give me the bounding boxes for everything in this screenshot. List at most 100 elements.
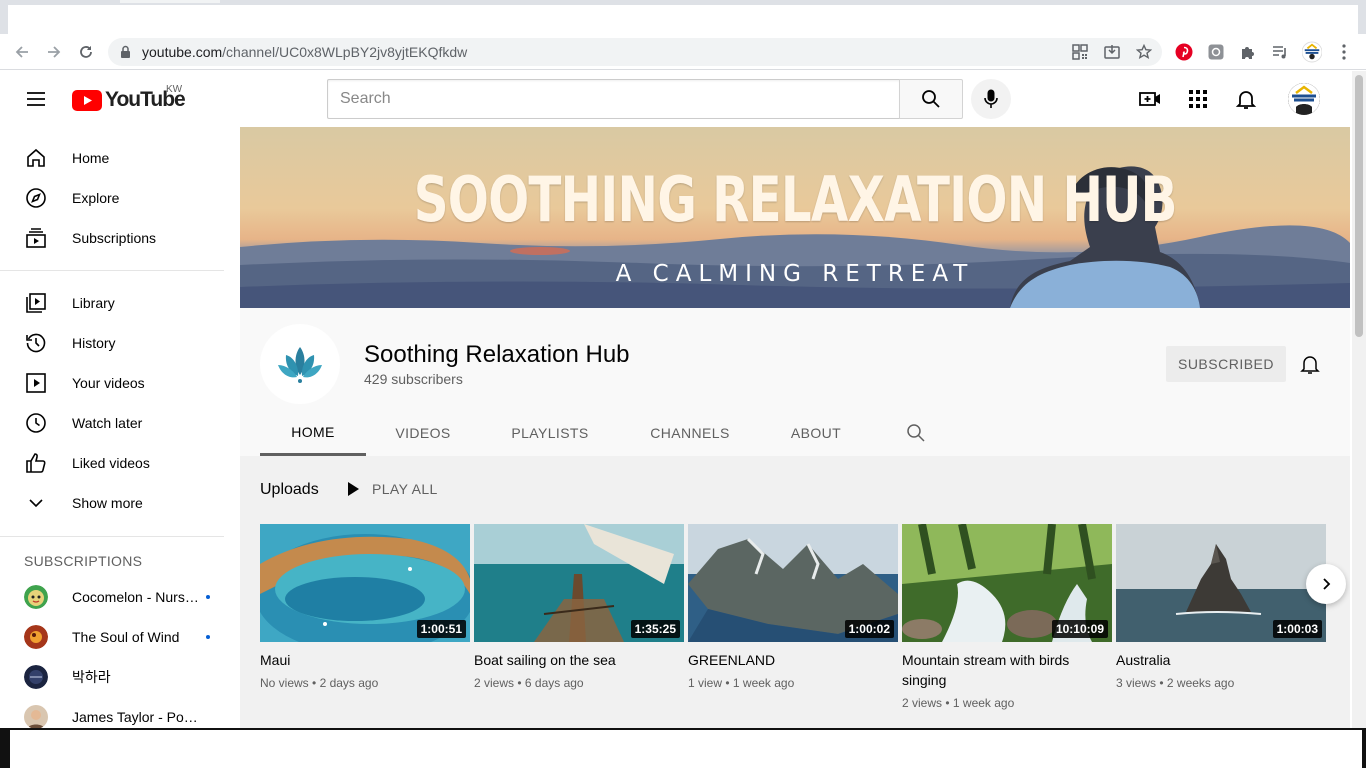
sidebar-item-label: Show more <box>72 495 143 511</box>
new-content-dot <box>206 635 210 639</box>
country-code: KW <box>166 84 183 95</box>
search-icon <box>922 90 940 108</box>
qr-code-icon[interactable] <box>1072 44 1088 60</box>
notifications-bell-icon[interactable] <box>1234 87 1258 111</box>
media-queue-icon[interactable] <box>1270 42 1290 62</box>
menu-icon[interactable] <box>1334 42 1354 62</box>
channel-avatar[interactable] <box>260 324 340 404</box>
voice-search-button[interactable] <box>971 79 1011 119</box>
channel-search-icon[interactable] <box>906 423 926 443</box>
back-icon[interactable] <box>12 42 32 62</box>
thumb-up-icon <box>24 451 48 475</box>
subscriptions-icon <box>24 226 48 250</box>
section-title[interactable]: Uploads <box>260 481 319 499</box>
video-views: No views <box>260 676 309 690</box>
sidebar-item-explore[interactable]: Explore <box>0 178 224 218</box>
uploads-shelf: Uploads PLAY ALL 1:00:51 Maui No views •… <box>240 456 1350 728</box>
scrollbar-thumb[interactable] <box>1355 75 1363 337</box>
video-meta: 2 views • 6 days ago <box>474 676 584 690</box>
pinterest-icon[interactable] <box>1174 42 1194 62</box>
puzzle-icon[interactable] <box>1238 42 1258 62</box>
sidebar-item-history[interactable]: History <box>0 323 224 363</box>
video-card[interactable]: 1:00:03 Australia 3 views • 2 weeks ago <box>1116 524 1326 690</box>
active-tab[interactable] <box>8 5 1358 34</box>
address-bar[interactable]: youtube.com/channel/UC0x8WLpBY2jv8yjtEKQ… <box>108 38 1162 66</box>
video-title[interactable]: GREENLAND <box>688 650 898 670</box>
tab-home[interactable]: HOME <box>260 410 366 456</box>
sidebar-item-watch-later[interactable]: Watch later <box>0 403 224 443</box>
video-thumbnail[interactable]: 10:10:09 <box>902 524 1112 642</box>
subscriptions-heading: SUBSCRIPTIONS <box>24 553 143 569</box>
forward-icon[interactable] <box>44 42 64 62</box>
url-host: youtube.com <box>142 44 223 60</box>
video-thumbnail[interactable]: 1:35:25 <box>474 524 684 642</box>
sidebar-item-show-more[interactable]: Show more <box>0 483 224 523</box>
tab-about[interactable]: ABOUT <box>774 410 858 456</box>
star-icon[interactable] <box>1136 44 1152 60</box>
subscription-name: Cocomelon - Nursery Rhymes <box>72 589 200 605</box>
search-box[interactable] <box>327 79 900 119</box>
tab-videos[interactable]: VIDEOS <box>376 410 470 456</box>
apps-grid-icon[interactable] <box>1186 87 1210 111</box>
channel-avatar <box>24 585 48 609</box>
video-views: 2 views <box>902 696 943 710</box>
reload-icon[interactable] <box>76 42 96 62</box>
url-text[interactable]: youtube.com/channel/UC0x8WLpBY2jv8yjtEKQ… <box>142 44 467 60</box>
sidebar-item-subscriptions[interactable]: Subscriptions <box>0 218 224 258</box>
video-title[interactable]: Maui <box>260 650 470 670</box>
page-scrollbar[interactable] <box>1352 71 1366 728</box>
tab-highlight <box>120 0 220 3</box>
account-avatar[interactable] <box>1288 83 1320 115</box>
video-card[interactable]: 1:00:51 Maui No views • 2 days ago <box>260 524 470 690</box>
subscribed-button[interactable]: SUBSCRIBED <box>1166 346 1286 382</box>
sidebar-subscription-item[interactable]: The Soul of Wind <box>0 617 224 657</box>
create-video-icon[interactable] <box>1138 87 1162 111</box>
tab-channels[interactable]: CHANNELS <box>634 410 746 456</box>
video-card[interactable]: 10:10:09 Mountain stream with birds sing… <box>902 524 1112 710</box>
channel-avatar <box>24 665 48 689</box>
sidebar-subscription-item[interactable]: James Taylor - PowAfrica <box>0 697 224 728</box>
video-age: 6 days ago <box>524 676 584 690</box>
channel-name: Soothing Relaxation Hub <box>364 341 630 368</box>
play-all-button[interactable]: PLAY ALL <box>346 481 438 497</box>
sidebar-item-home[interactable]: Home <box>0 138 224 178</box>
video-age: 1 week ago <box>952 696 1015 710</box>
video-title[interactable]: Australia <box>1116 650 1326 670</box>
extension-icon[interactable] <box>1206 42 1226 62</box>
lock-icon[interactable] <box>120 45 131 59</box>
video-views: 3 views <box>1116 676 1157 690</box>
video-meta: 3 views • 2 weeks ago <box>1116 676 1235 690</box>
sidebar-subscription-item[interactable]: Cocomelon - Nursery Rhymes <box>0 577 224 617</box>
video-age: 2 weeks ago <box>1166 676 1235 690</box>
search-button[interactable] <box>899 79 963 119</box>
tab-playlists[interactable]: PLAYLISTS <box>496 410 604 456</box>
subscription-name: James Taylor - PowAfrica <box>72 709 200 725</box>
video-card[interactable]: 1:00:02 GREENLAND 1 view • 1 week ago <box>688 524 898 690</box>
subscriber-count: 429 subscribers <box>364 371 463 387</box>
banner-subtitle: A CALMING RETREAT <box>615 261 975 287</box>
masthead: YouTube KW <box>0 71 1352 127</box>
video-title[interactable]: Mountain stream with birds singing <box>902 650 1112 690</box>
sidebar-divider <box>0 536 224 537</box>
sidebar-item-library[interactable]: Library <box>0 283 224 323</box>
sidebar-item-label: Watch later <box>72 415 143 431</box>
video-title[interactable]: Boat sailing on the sea <box>474 650 684 670</box>
video-age: 2 days ago <box>319 676 379 690</box>
sidebar-subscription-item[interactable]: 박하라 <box>0 657 224 697</box>
sidebar-item-your-videos[interactable]: Your videos <box>0 363 224 403</box>
search-input[interactable] <box>328 80 900 118</box>
shelf-next-button[interactable] <box>1306 564 1346 604</box>
install-icon[interactable] <box>1104 44 1120 60</box>
sidebar-item-liked-videos[interactable]: Liked videos <box>0 443 224 483</box>
sidebar-item-label: History <box>72 335 116 351</box>
video-thumbnail[interactable]: 1:00:03 <box>1116 524 1326 642</box>
channel-page: SOOTHING RELAXATION HUB A CALMING RETREA… <box>240 127 1350 728</box>
notification-bell-icon[interactable] <box>1298 352 1322 376</box>
youtube-logo[interactable]: YouTube KW <box>72 84 186 112</box>
profile-icon[interactable] <box>1302 41 1322 63</box>
video-thumbnail[interactable]: 1:00:02 <box>688 524 898 642</box>
video-card[interactable]: 1:35:25 Boat sailing on the sea 2 views … <box>474 524 684 690</box>
youtube-play-logo-icon <box>72 89 102 111</box>
video-thumbnail[interactable]: 1:00:51 <box>260 524 470 642</box>
hamburger-menu-icon[interactable] <box>26 91 46 107</box>
